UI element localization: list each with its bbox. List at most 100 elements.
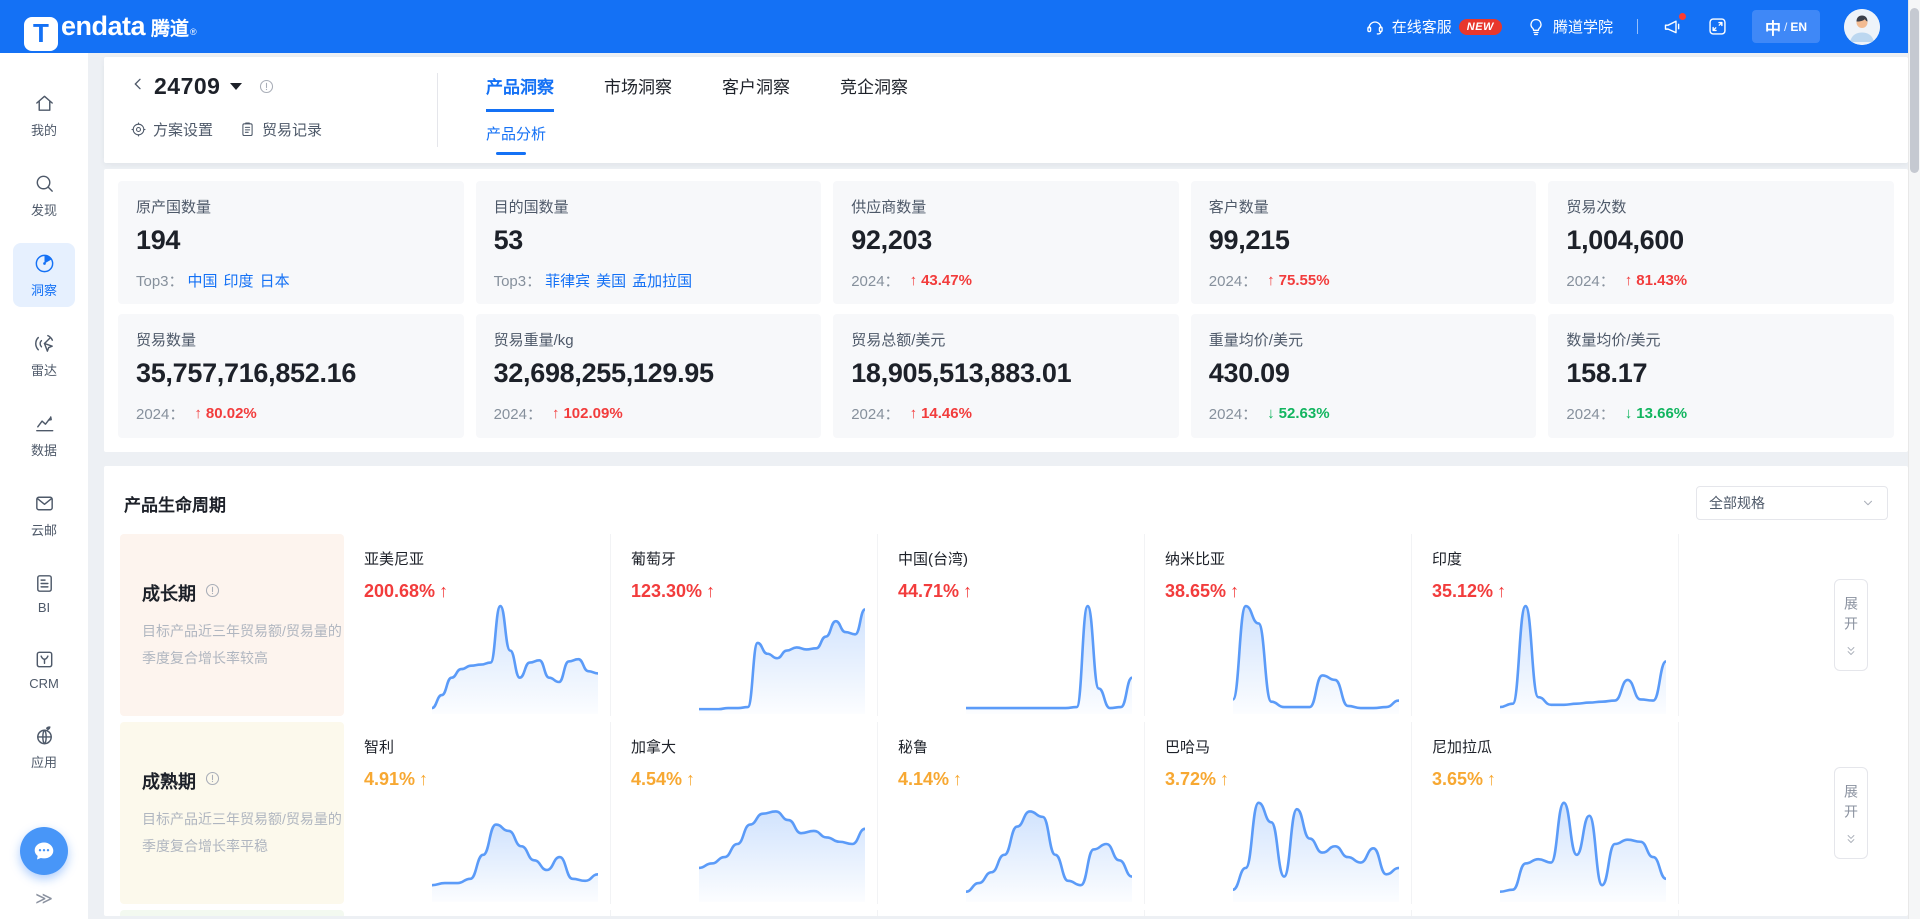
up-arrow-icon: ↑ bbox=[1625, 272, 1633, 289]
info-icon[interactable] bbox=[204, 770, 221, 792]
globe-leaf-icon bbox=[33, 724, 56, 747]
academy-button[interactable]: 腾道学院 bbox=[1526, 16, 1613, 37]
subtab-product-analysis[interactable]: 产品分析 bbox=[486, 123, 546, 164]
sidebar-item-mine[interactable]: 我的 bbox=[13, 83, 75, 147]
brand-name-cn: 腾道 bbox=[151, 14, 189, 41]
top3-link[interactable]: 美国 bbox=[596, 270, 626, 291]
new-badge: NEW bbox=[1459, 19, 1502, 35]
lifecycle-panel: 产品生命周期 全部规格 成长期 目标产品近三年贸易额/贸易量的季度复合增长率较高 bbox=[104, 466, 1908, 916]
back-button[interactable] bbox=[130, 76, 146, 97]
stage-block-next bbox=[120, 910, 344, 916]
up-arrow-icon: ↑ bbox=[194, 405, 202, 422]
plan-settings-button[interactable]: 方案设置 bbox=[130, 119, 213, 140]
registered-mark: ® bbox=[190, 27, 197, 37]
tab-customer-insight[interactable]: 客户洞察 bbox=[722, 73, 790, 112]
country-name: 中国(台湾) bbox=[898, 548, 1144, 569]
lang-zh: 中 bbox=[1765, 15, 1781, 39]
tab-product-insight[interactable]: 产品洞察 bbox=[486, 73, 554, 112]
top3-link[interactable]: 印度 bbox=[224, 270, 254, 291]
sidebar-item-label: 雷达 bbox=[31, 360, 57, 379]
lifecycle-cell[interactable]: 中国(台湾) 44.71%↑ bbox=[878, 534, 1145, 716]
plan-dropdown-caret-icon[interactable] bbox=[230, 83, 242, 90]
fullscreen-button[interactable] bbox=[1707, 16, 1728, 37]
lifecycle-title: 产品生命周期 bbox=[120, 491, 226, 516]
lifecycle-cell[interactable]: 亚美尼亚 200.68%↑ bbox=[344, 534, 611, 716]
up-arrow-icon: ↑ bbox=[910, 405, 918, 422]
up-arrow-icon: ↑ bbox=[552, 405, 560, 422]
document-icon bbox=[239, 121, 256, 138]
sidebar-item-label: BI bbox=[38, 600, 50, 615]
lifecycle-cell[interactable]: 智利 4.91%↑ bbox=[344, 722, 611, 904]
chat-bubble-button[interactable] bbox=[20, 827, 68, 875]
lightbulb-icon bbox=[1526, 17, 1546, 37]
lifecycle-cell[interactable]: 加拿大 4.54%↑ bbox=[611, 722, 878, 904]
spec-filter-select[interactable]: 全部规格 bbox=[1696, 486, 1888, 520]
scrollbar-thumb[interactable] bbox=[1910, 8, 1919, 173]
stat-card-avg-weight-price: 重量均价/美元 430.09 2024： ↓ 52.63% bbox=[1191, 314, 1537, 438]
top3-link[interactable]: 孟加拉国 bbox=[632, 270, 692, 291]
stat-label: 供应商数量 bbox=[851, 196, 1161, 217]
stat-value: 92,203 bbox=[851, 225, 1161, 256]
main-content: 24709 方案设置 贸易记录 产品洞察 市场洞察 客户洞察 竞企洞察 bbox=[88, 53, 1908, 919]
info-icon[interactable] bbox=[258, 78, 275, 95]
up-arrow-icon: ↑ bbox=[910, 272, 918, 289]
expand-button[interactable]: 展开 bbox=[1834, 579, 1868, 671]
stat-change: 75.55% bbox=[1279, 272, 1330, 289]
stage-name: 成熟期 bbox=[142, 768, 196, 794]
stat-label: 贸易数量 bbox=[136, 329, 446, 350]
stage-description: 目标产品近三年贸易额/贸易量的季度复合增长率较高 bbox=[142, 618, 342, 672]
info-icon[interactable] bbox=[204, 582, 221, 604]
growth-pct: 3.72% bbox=[1165, 769, 1216, 790]
lifecycle-cell[interactable]: 秘鲁 4.14%↑ bbox=[878, 722, 1145, 904]
sidebar-item-radar[interactable]: 雷达 bbox=[13, 323, 75, 387]
stat-label: 贸易重量/kg bbox=[494, 329, 804, 350]
language-toggle[interactable]: 中 / EN bbox=[1752, 10, 1820, 43]
online-service-button[interactable]: 在线客服 NEW bbox=[1365, 16, 1502, 37]
stat-year: 2024： bbox=[851, 270, 899, 291]
stat-card-trade-weight: 贸易重量/kg 32,698,255,129.95 2024： ↑ 102.09… bbox=[476, 314, 822, 438]
sidebar-item-insight[interactable]: 洞察 bbox=[13, 243, 75, 307]
brand-logo[interactable]: T endata 腾道 ® bbox=[24, 10, 197, 44]
sidebar-item-apps[interactable]: 应用 bbox=[13, 715, 75, 779]
sidebar-item-discover[interactable]: 发现 bbox=[13, 163, 75, 227]
mail-icon bbox=[33, 492, 56, 515]
top3-link[interactable]: 菲律宾 bbox=[545, 270, 590, 291]
stat-card-dest-countries: 目的国数量 53 Top3： 菲律宾 美国 孟加拉国 bbox=[476, 181, 822, 304]
sidebar-item-bi[interactable]: BI bbox=[13, 563, 75, 623]
top3-link[interactable]: 日本 bbox=[260, 270, 290, 291]
stat-year: 2024： bbox=[1566, 403, 1614, 424]
lifecycle-cell[interactable]: 尼加拉瓜 3.65%↑ bbox=[1412, 722, 1679, 904]
stat-year: 2024： bbox=[1209, 270, 1257, 291]
announcements-button[interactable] bbox=[1662, 16, 1683, 37]
line-chart-icon bbox=[33, 412, 56, 435]
sidebar-collapse-button[interactable]: ≫ bbox=[35, 889, 53, 909]
stage-block-mature: 成熟期 目标产品近三年贸易额/贸易量的季度复合增长率平稳 bbox=[120, 722, 344, 904]
top3-link[interactable]: 中国 bbox=[188, 270, 218, 291]
sidebar-item-crm[interactable]: CRM bbox=[13, 639, 75, 699]
stat-year: 2024： bbox=[1566, 270, 1614, 291]
expand-button[interactable]: 展开 bbox=[1834, 767, 1868, 859]
stat-card-suppliers: 供应商数量 92,203 2024： ↑ 43.47% bbox=[833, 181, 1179, 304]
user-avatar[interactable] bbox=[1844, 9, 1880, 45]
lifecycle-cell[interactable]: 印度 35.12%↑ bbox=[1412, 534, 1679, 716]
vertical-scrollbar[interactable] bbox=[1908, 0, 1920, 919]
stat-value: 18,905,513,883.01 bbox=[851, 358, 1161, 389]
stat-change: 13.66% bbox=[1636, 405, 1687, 422]
lifecycle-cell[interactable]: 巴哈马 3.72%↑ bbox=[1145, 722, 1412, 904]
stat-value: 430.09 bbox=[1209, 358, 1519, 389]
sidebar-item-data[interactable]: 数据 bbox=[13, 403, 75, 467]
growth-pct: 4.14% bbox=[898, 769, 949, 790]
trend-sparkline bbox=[966, 786, 1132, 902]
country-name: 秘鲁 bbox=[898, 736, 1144, 757]
sidebar-item-cloudmail[interactable]: 云邮 bbox=[13, 483, 75, 547]
stage-block-growth: 成长期 目标产品近三年贸易额/贸易量的季度复合增长率较高 bbox=[120, 534, 344, 716]
lifecycle-cell[interactable]: 葡萄牙 123.30%↑ bbox=[611, 534, 878, 716]
trade-records-button[interactable]: 贸易记录 bbox=[239, 119, 322, 140]
country-name: 尼加拉瓜 bbox=[1432, 736, 1678, 757]
tab-market-insight[interactable]: 市场洞察 bbox=[604, 73, 672, 112]
lifecycle-cell[interactable]: 纳米比亚 38.65%↑ bbox=[1145, 534, 1412, 716]
sidebar-item-label: 云邮 bbox=[31, 520, 57, 539]
chevron-down-icon bbox=[1861, 496, 1875, 510]
tab-competitor-insight[interactable]: 竞企洞察 bbox=[840, 73, 908, 112]
topbar: T endata 腾道 ® 在线客服 NEW 腾道学院 bbox=[0, 0, 1920, 53]
